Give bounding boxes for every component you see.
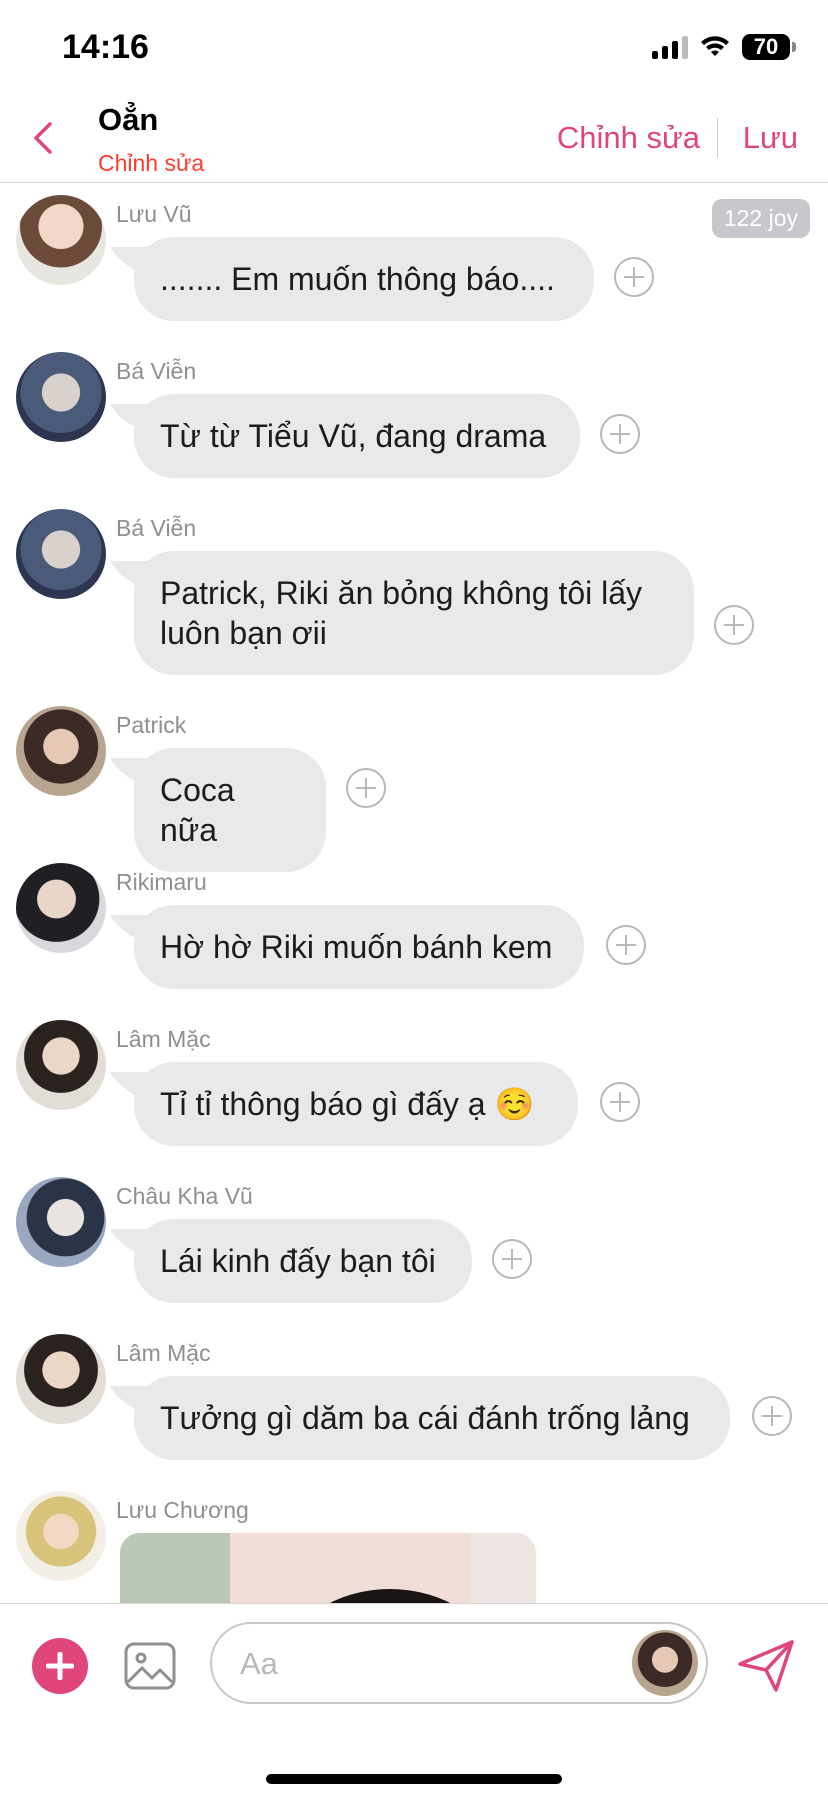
avatar[interactable] (16, 1177, 106, 1267)
image-attachment[interactable] (120, 1533, 536, 1603)
save-button[interactable]: Lưu (743, 120, 798, 156)
sender-name: Lâm Mặc (116, 1026, 211, 1052)
avatar[interactable] (16, 706, 106, 796)
message-input-placeholder: Aa (240, 1646, 278, 1681)
add-reaction-button[interactable] (492, 1239, 532, 1279)
message-bubble[interactable]: Từ từ Tiểu Vũ, đang drama (134, 394, 580, 478)
add-reaction-button[interactable] (714, 605, 754, 645)
add-reaction-button[interactable] (606, 925, 646, 965)
status-icons: 70 (652, 34, 796, 60)
status-bar: 14:16 70 (0, 0, 828, 90)
edit-button[interactable]: Chỉnh sửa (557, 120, 700, 156)
sender-name: Lâm Mặc (116, 1340, 211, 1366)
wifi-icon (701, 36, 729, 56)
message-input[interactable]: Aa (210, 1622, 708, 1704)
signal-icon (652, 35, 688, 59)
sender-name: Châu Kha Vũ (116, 1183, 253, 1209)
add-reaction-button[interactable] (600, 414, 640, 454)
message-bubble[interactable]: Hờ hờ Riki muốn bánh kem (134, 905, 584, 989)
send-icon[interactable] (736, 1638, 796, 1694)
sender-name: Lưu Chương (116, 1497, 249, 1523)
sender-name: Bá Viễn (116, 358, 197, 384)
sender-name: Patrick (116, 712, 187, 738)
chat-subtitle[interactable]: Chỉnh sửa (98, 150, 204, 177)
joy-badge: 122 joy (711, 199, 810, 238)
add-reaction-button[interactable] (346, 768, 386, 808)
add-reaction-button[interactable] (752, 1396, 792, 1436)
message-bubble[interactable]: Tỉ tỉ thông báo gì đấy ạ ☺️ (134, 1062, 578, 1146)
message-bubble[interactable]: Patrick, Riki ăn bỏng không tôi lấy luôn… (134, 551, 694, 675)
persona-avatar[interactable] (632, 1630, 698, 1696)
message-bubble[interactable]: Tưởng gì dăm ba cái đánh trống lảng (134, 1376, 730, 1460)
status-time: 14:16 (62, 28, 149, 66)
chat-title[interactable]: Oẳn (98, 102, 158, 138)
avatar[interactable] (16, 1334, 106, 1424)
avatar[interactable] (16, 1020, 106, 1110)
message-bubble[interactable]: Coca nữa (134, 748, 326, 872)
home-indicator (266, 1774, 562, 1784)
avatar[interactable] (16, 863, 106, 953)
sender-name: Lưu Vũ (116, 201, 192, 227)
chat-header: Oẳn Chỉnh sửa Chỉnh sửa Lưu (0, 90, 828, 183)
message-bubble[interactable]: ....... Em muốn thông báo.... (134, 237, 594, 321)
header-divider (717, 118, 718, 158)
battery-icon: 70 (742, 34, 796, 60)
image-picker-icon[interactable] (122, 1638, 178, 1694)
message-list[interactable]: Lưu Vũ 122 joy ....... Em muốn thông báo… (0, 183, 828, 1603)
message-bubble[interactable]: Lái kinh đấy bạn tôi (134, 1219, 472, 1303)
avatar[interactable] (16, 352, 106, 442)
sender-name: Bá Viễn (116, 515, 197, 541)
avatar[interactable] (16, 1491, 106, 1581)
avatar[interactable] (16, 195, 106, 285)
back-chevron-icon[interactable] (26, 120, 62, 156)
add-button[interactable] (32, 1638, 88, 1694)
add-reaction-button[interactable] (600, 1082, 640, 1122)
add-reaction-button[interactable] (614, 257, 654, 297)
sender-name: Rikimaru (116, 869, 207, 895)
avatar[interactable] (16, 509, 106, 599)
message-composer: Aa (0, 1603, 828, 1793)
